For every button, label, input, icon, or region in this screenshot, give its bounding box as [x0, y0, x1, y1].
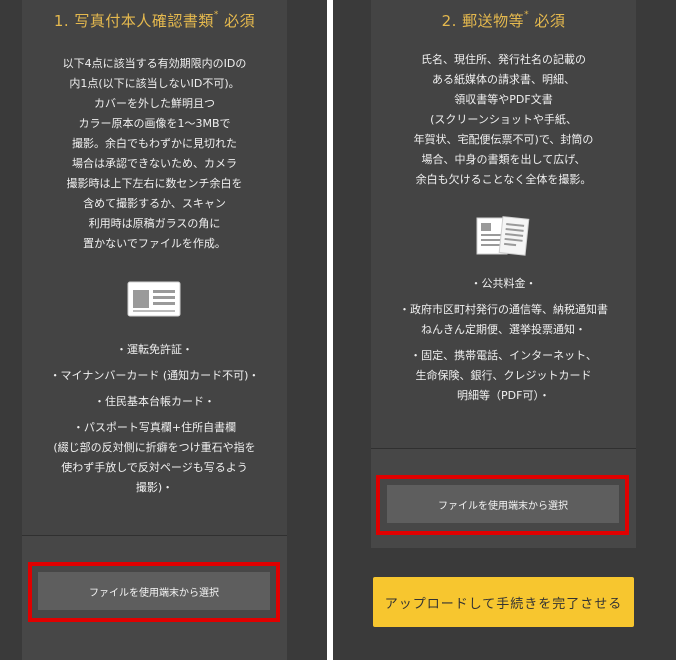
- list-item: ・パスポート写真欄+住所自書欄 (綴じ部の反対側に折癖をつけ重石や指を 使わず手…: [22, 418, 287, 498]
- required-mark: *: [213, 10, 219, 20]
- list-item: ・公共料金・: [371, 274, 636, 294]
- list-item-line: 生命保険、銀行、クレジットカード: [415, 369, 592, 382]
- list-item: ・政府市区町村発行の通信等、納税通知書 ねんきん定期便、選挙投票通知・: [371, 300, 636, 340]
- list-item-line: ・政府市区町村発行の通信等、納税通知書: [399, 303, 608, 316]
- list-item-line: 撮影)・: [135, 481, 174, 494]
- list-item: ・マイナンバーカード (通知カード不可)・: [22, 366, 287, 386]
- select-file-button[interactable]: ファイルを使用端末から選択: [38, 572, 270, 610]
- section-title: 1. 写真付本人確認書類* 必須: [22, 10, 287, 31]
- description-line: 以下4点に該当する有効期限内のIDの: [62, 57, 247, 70]
- select-file-button[interactable]: ファイルを使用端末から選択: [387, 485, 619, 523]
- list-item-line: ・パスポート写真欄+住所自書欄: [72, 421, 237, 434]
- description-line: 領収書等やPDF文書: [454, 93, 553, 106]
- description-line: 置かないでファイルを作成。: [83, 237, 226, 250]
- list-item-line: ・住民基本台帳カード・: [94, 395, 215, 408]
- list-item-line: ねんきん定期便、選挙投票通知・: [421, 323, 586, 336]
- section-title-text: 1. 写真付本人確認書類: [53, 12, 214, 30]
- left-panel: 1. 写真付本人確認書類* 必須 以下4点に該当する有効期限内のIDの 内1点(…: [0, 0, 327, 660]
- description-line: 内1点(以下に該当しないID不可)。: [69, 77, 240, 90]
- description-line: 年賀状、宅配便伝票不可)で、封筒の: [413, 133, 594, 146]
- section-title-text: 2. 郵送物等: [441, 12, 525, 30]
- list-item-line: (綴じ部の反対側に折癖をつけ重石や指を: [53, 441, 256, 454]
- mail-document-card: 2. 郵送物等* 必須 氏名、現住所、発行社名の記載の ある紙媒体の請求書、明細…: [371, 0, 636, 448]
- list-item-line: ・公共料金・: [470, 277, 537, 290]
- list-item-line: ・運転免許証・: [116, 343, 193, 356]
- description-line: 氏名、現住所、発行社名の記載の: [421, 53, 586, 66]
- description-line: 場合、中身の書類を出して広げ、: [421, 153, 586, 166]
- required-mark: *: [524, 10, 530, 20]
- complete-upload-button[interactable]: アップロードして手続きを完了させる: [373, 577, 634, 627]
- description-line: (スクリーンショットや手紙、: [430, 113, 577, 126]
- list-item-line: ・マイナンバーカード (通知カード不可)・: [49, 369, 260, 382]
- list-item-line: 使わず手放しで反対ページも写るよう: [61, 461, 248, 474]
- list-item: ・運転免許証・: [22, 340, 287, 360]
- description-line: カラー原本の画像を1～3MBで: [78, 117, 231, 130]
- required-label: 必須: [218, 12, 256, 30]
- description-line: 撮影。余白でもわずかに見切れた: [72, 137, 237, 150]
- id-card-icon: [127, 280, 181, 318]
- description-line: 利用時は原稿ガラスの角に: [88, 217, 221, 230]
- accepted-documents-list: ・運転免許証・ ・マイナンバーカード (通知カード不可)・ ・住民基本台帳カード…: [22, 340, 287, 504]
- accepted-documents-list: ・公共料金・ ・政府市区町村発行の通信等、納税通知書 ねんきん定期便、選挙投票通…: [371, 274, 636, 412]
- list-item-line: 明細等（PDF可）・: [457, 389, 550, 402]
- description-line: ある紙媒体の請求書、明細、: [432, 73, 575, 86]
- list-item: ・住民基本台帳カード・: [22, 392, 287, 412]
- description-line: 余白も欠けることなく全体を撮影。: [415, 173, 592, 186]
- description-line: 含めて撮影するか、スキャン: [83, 197, 226, 210]
- description-line: 場合は承認できないため、カメラ: [72, 157, 237, 170]
- id-document-card: 1. 写真付本人確認書類* 必須 以下4点に該当する有効期限内のIDの 内1点(…: [22, 0, 287, 535]
- section-title: 2. 郵送物等* 必須: [371, 10, 636, 31]
- right-panel: 2. 郵送物等* 必須 氏名、現住所、発行社名の記載の ある紙媒体の請求書、明細…: [333, 0, 676, 660]
- list-item: ・固定、携帯電話、インターネット、 生命保険、銀行、クレジットカード 明細等（P…: [371, 346, 636, 406]
- description-line: カバーを外した鮮明且つ: [94, 97, 215, 110]
- documents-icon: [475, 214, 531, 258]
- list-item-line: ・固定、携帯電話、インターネット、: [410, 349, 597, 362]
- section-description: 氏名、現住所、発行社名の記載の ある紙媒体の請求書、明細、 領収書等やPDF文書…: [371, 50, 636, 190]
- required-label: 必須: [529, 12, 566, 30]
- section-description: 以下4点に該当する有効期限内のIDの 内1点(以下に該当しないID不可)。 カバ…: [22, 54, 287, 254]
- description-line: 撮影時は上下左右に数センチ余白を: [66, 177, 243, 190]
